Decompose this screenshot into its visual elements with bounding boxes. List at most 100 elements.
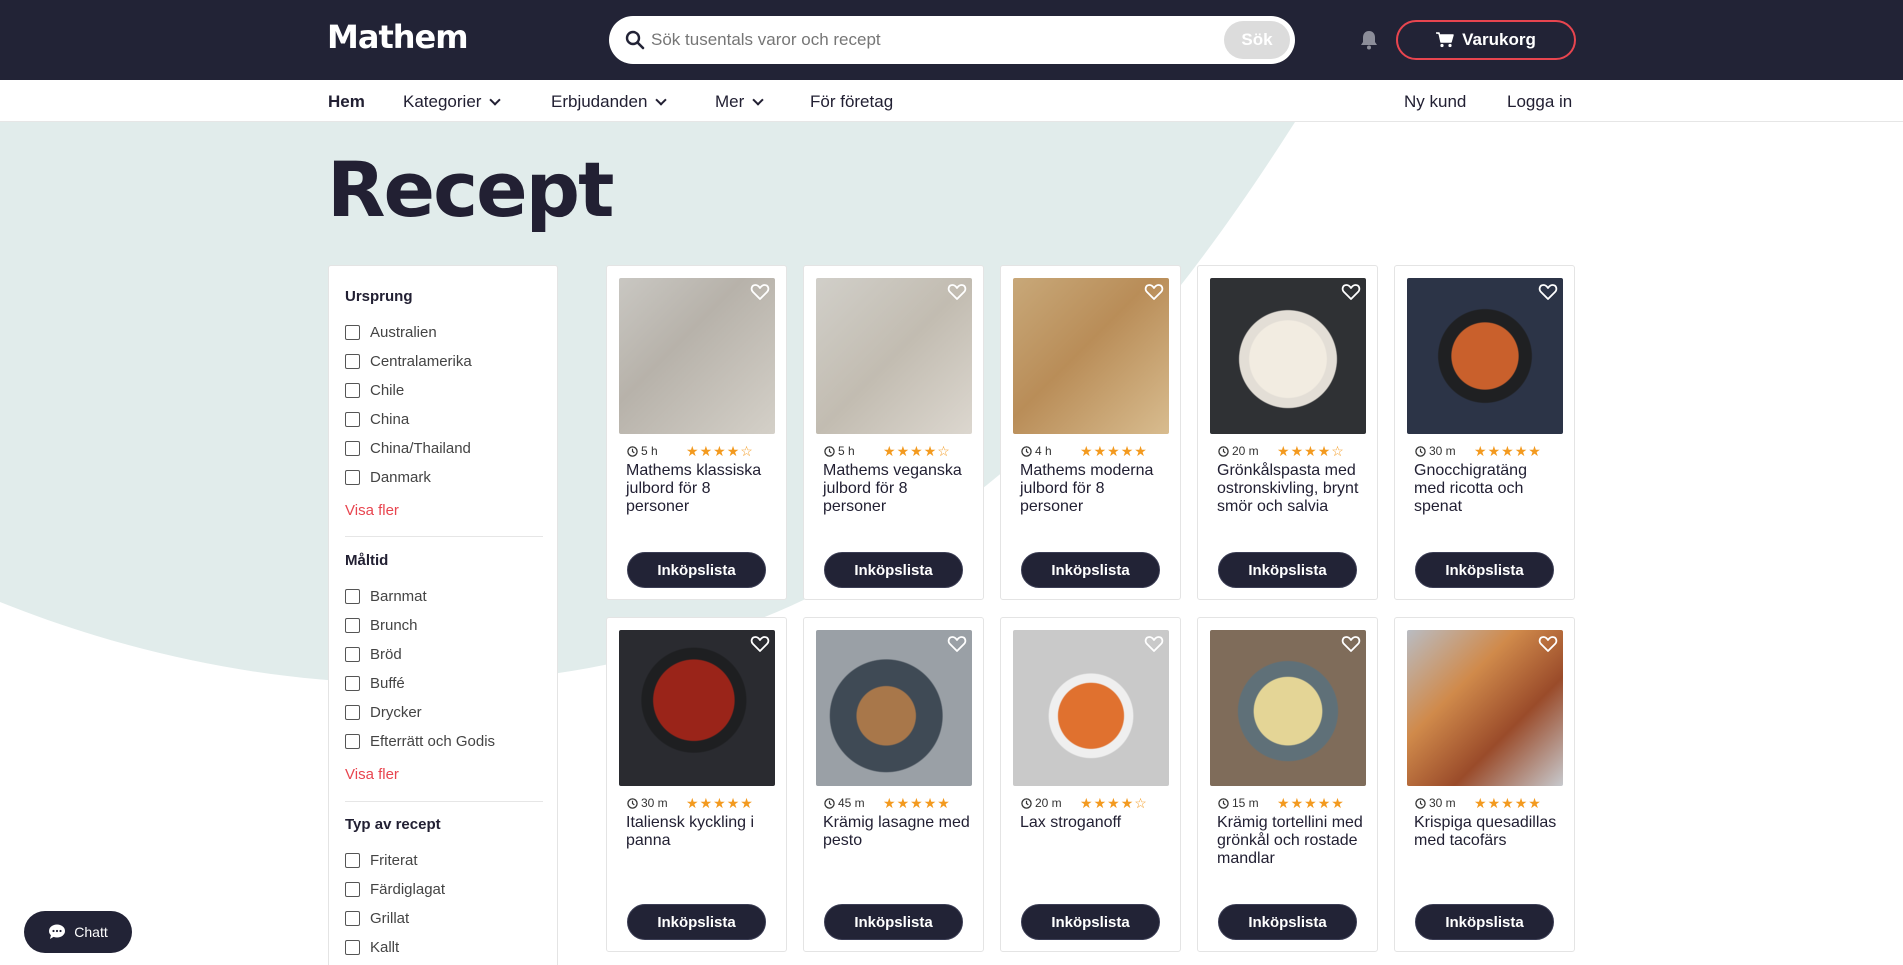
recipe-title[interactable]: Krämig tortellini med grönkål och rostad… [1217,814,1365,868]
favorite-heart-icon[interactable] [1144,634,1164,654]
recipe-time-label: 4 h [1035,444,1052,458]
bell-icon[interactable] [1357,28,1381,52]
shopping-list-button[interactable]: Inköpslista [1218,552,1357,588]
shopping-list-button[interactable]: Inköpslista [824,904,963,940]
checkbox[interactable] [345,911,360,926]
nav-offers-label: Erbjudanden [551,92,648,111]
favorite-heart-icon[interactable] [750,634,770,654]
filter-option[interactable]: Barnmat [345,582,543,611]
recipe-card[interactable]: 45 m ★★★★★ Krämig lasagne med pesto Inköpsl… [803,617,984,952]
filter-option[interactable]: Danmark [345,463,543,492]
filter-option[interactable]: Bröd [345,640,543,669]
filter-option[interactable]: Buffé [345,669,543,698]
recipe-card[interactable]: 15 m ★★★★★ Krämig tortellini med grönkål o… [1197,617,1378,952]
filter-option-label: Drycker [370,704,422,721]
recipe-card[interactable]: 5 h ★★★★☆ Mathems veganska julbord för 8 p… [803,265,984,600]
recipe-card[interactable]: 30 m ★★★★★ Gnocchigratäng med ricotta och … [1394,265,1575,600]
filter-option[interactable]: Kallt [345,933,543,962]
cart-button[interactable]: Varukorg [1396,20,1576,60]
filter-option[interactable]: Australien [345,318,543,347]
recipe-title[interactable]: Lax stroganoff [1020,814,1168,832]
recipe-card[interactable]: 5 h ★★★★☆ Mathems klassiska julbord för 8 … [606,265,787,600]
nav-home[interactable]: Hem [328,92,365,112]
recipe-meta: 30 m ★★★★★ [1415,443,1560,459]
checkbox[interactable] [345,940,360,955]
shopping-list-button[interactable]: Inköpslista [1021,552,1160,588]
checkbox[interactable] [345,705,360,720]
checkbox[interactable] [345,734,360,749]
filter-option[interactable]: Efterrätt och Godis [345,727,543,756]
checkbox[interactable] [345,354,360,369]
checkbox[interactable] [345,441,360,456]
filter-option[interactable]: Drycker [345,698,543,727]
favorite-heart-icon[interactable] [1144,282,1164,302]
mathem-logo[interactable]: Mathem [327,18,469,56]
filter-sidebar: Ursprung Australien Centralamerika Chile… [328,265,558,965]
search-button[interactable]: Sök [1224,21,1290,59]
recipe-title[interactable]: Grönkålspasta med ostronskivling, brynt … [1217,462,1365,516]
nav-categories[interactable]: Kategorier [403,92,502,112]
chat-button[interactable]: Chatt [24,911,132,953]
recipe-card[interactable]: 4 h ★★★★★ Mathems moderna julbord för 8 pe… [1000,265,1181,600]
checkbox[interactable] [345,647,360,662]
checkbox[interactable] [345,589,360,604]
favorite-heart-icon[interactable] [947,634,967,654]
favorite-heart-icon[interactable] [750,282,770,302]
recipe-title[interactable]: Gnocchigratäng med ricotta och spenat [1414,462,1562,516]
star-filled-icon: ★ [1514,795,1529,811]
nav-offers[interactable]: Erbjudanden [551,92,668,112]
checkbox[interactable] [345,853,360,868]
recipe-title[interactable]: Krispiga quesadillas med tacofärs [1414,814,1562,850]
shopping-list-button[interactable]: Inköpslista [1021,904,1160,940]
recipe-meta: 30 m ★★★★★ [627,795,772,811]
recipe-title[interactable]: Mathems klassiska julbord för 8 personer [626,462,774,516]
shopping-list-button[interactable]: Inköpslista [1415,552,1554,588]
checkbox[interactable] [345,383,360,398]
filter-option[interactable]: Färdiglagat [345,875,543,904]
filter-option[interactable]: China [345,405,543,434]
recipe-meta: 20 m ★★★★☆ [1021,795,1166,811]
filter-group-title: Typ av recept [345,816,441,833]
recipe-card[interactable]: 20 m ★★★★☆ Grönkålspasta med ostronskivlin… [1197,265,1378,600]
shopping-list-button[interactable]: Inköpslista [627,904,766,940]
nav-more[interactable]: Mer [715,92,764,112]
star-outline-icon: ☆ [937,443,951,459]
filter-option[interactable]: Friterat [345,846,543,875]
new-customer-link[interactable]: Ny kund [1404,92,1466,112]
search-input[interactable] [651,26,1211,54]
show-more-link[interactable]: Visa fler [345,502,543,526]
star-filled-icon: ★ [1474,443,1488,459]
filter-option[interactable]: Brunch [345,611,543,640]
filter-option[interactable]: Grillat [345,904,543,933]
recipe-card[interactable]: 30 m ★★★★★ Krispiga quesadillas med tacofä… [1394,617,1575,952]
star-filled-icon: ★ [1120,795,1135,811]
filter-option[interactable]: Centralamerika [345,347,543,376]
filter-option[interactable]: Chile [345,376,543,405]
checkbox[interactable] [345,412,360,427]
recipe-title[interactable]: Mathems moderna julbord för 8 personer [1020,462,1168,516]
favorite-heart-icon[interactable] [1538,282,1558,302]
checkbox[interactable] [345,470,360,485]
checkbox[interactable] [345,676,360,691]
favorite-heart-icon[interactable] [1341,282,1361,302]
favorite-heart-icon[interactable] [1538,634,1558,654]
checkbox[interactable] [345,325,360,340]
shopping-list-button[interactable]: Inköpslista [824,552,963,588]
recipe-title[interactable]: Italiensk kyckling i panna [626,814,774,850]
shopping-list-button[interactable]: Inköpslista [1218,904,1357,940]
recipe-card[interactable]: 30 m ★★★★★ Italiensk kyckling i panna Inköp… [606,617,787,952]
show-more-link[interactable]: Visa fler [345,766,543,790]
recipe-card[interactable]: 20 m ★★★★☆ Lax stroganoff Inköpslista [1000,617,1181,952]
shopping-list-button[interactable]: Inköpslista [1415,904,1554,940]
checkbox[interactable] [345,882,360,897]
shopping-list-button[interactable]: Inköpslista [627,552,766,588]
recipe-title[interactable]: Mathems veganska julbord för 8 personer [823,462,971,516]
filter-option[interactable]: China/Thailand [345,434,543,463]
favorite-heart-icon[interactable] [1341,634,1361,654]
checkbox[interactable] [345,618,360,633]
nav-business[interactable]: För företag [810,92,893,112]
login-link[interactable]: Logga in [1507,92,1572,112]
recipe-meta: 5 h ★★★★☆ [627,443,772,459]
favorite-heart-icon[interactable] [947,282,967,302]
recipe-title[interactable]: Krämig lasagne med pesto [823,814,971,850]
